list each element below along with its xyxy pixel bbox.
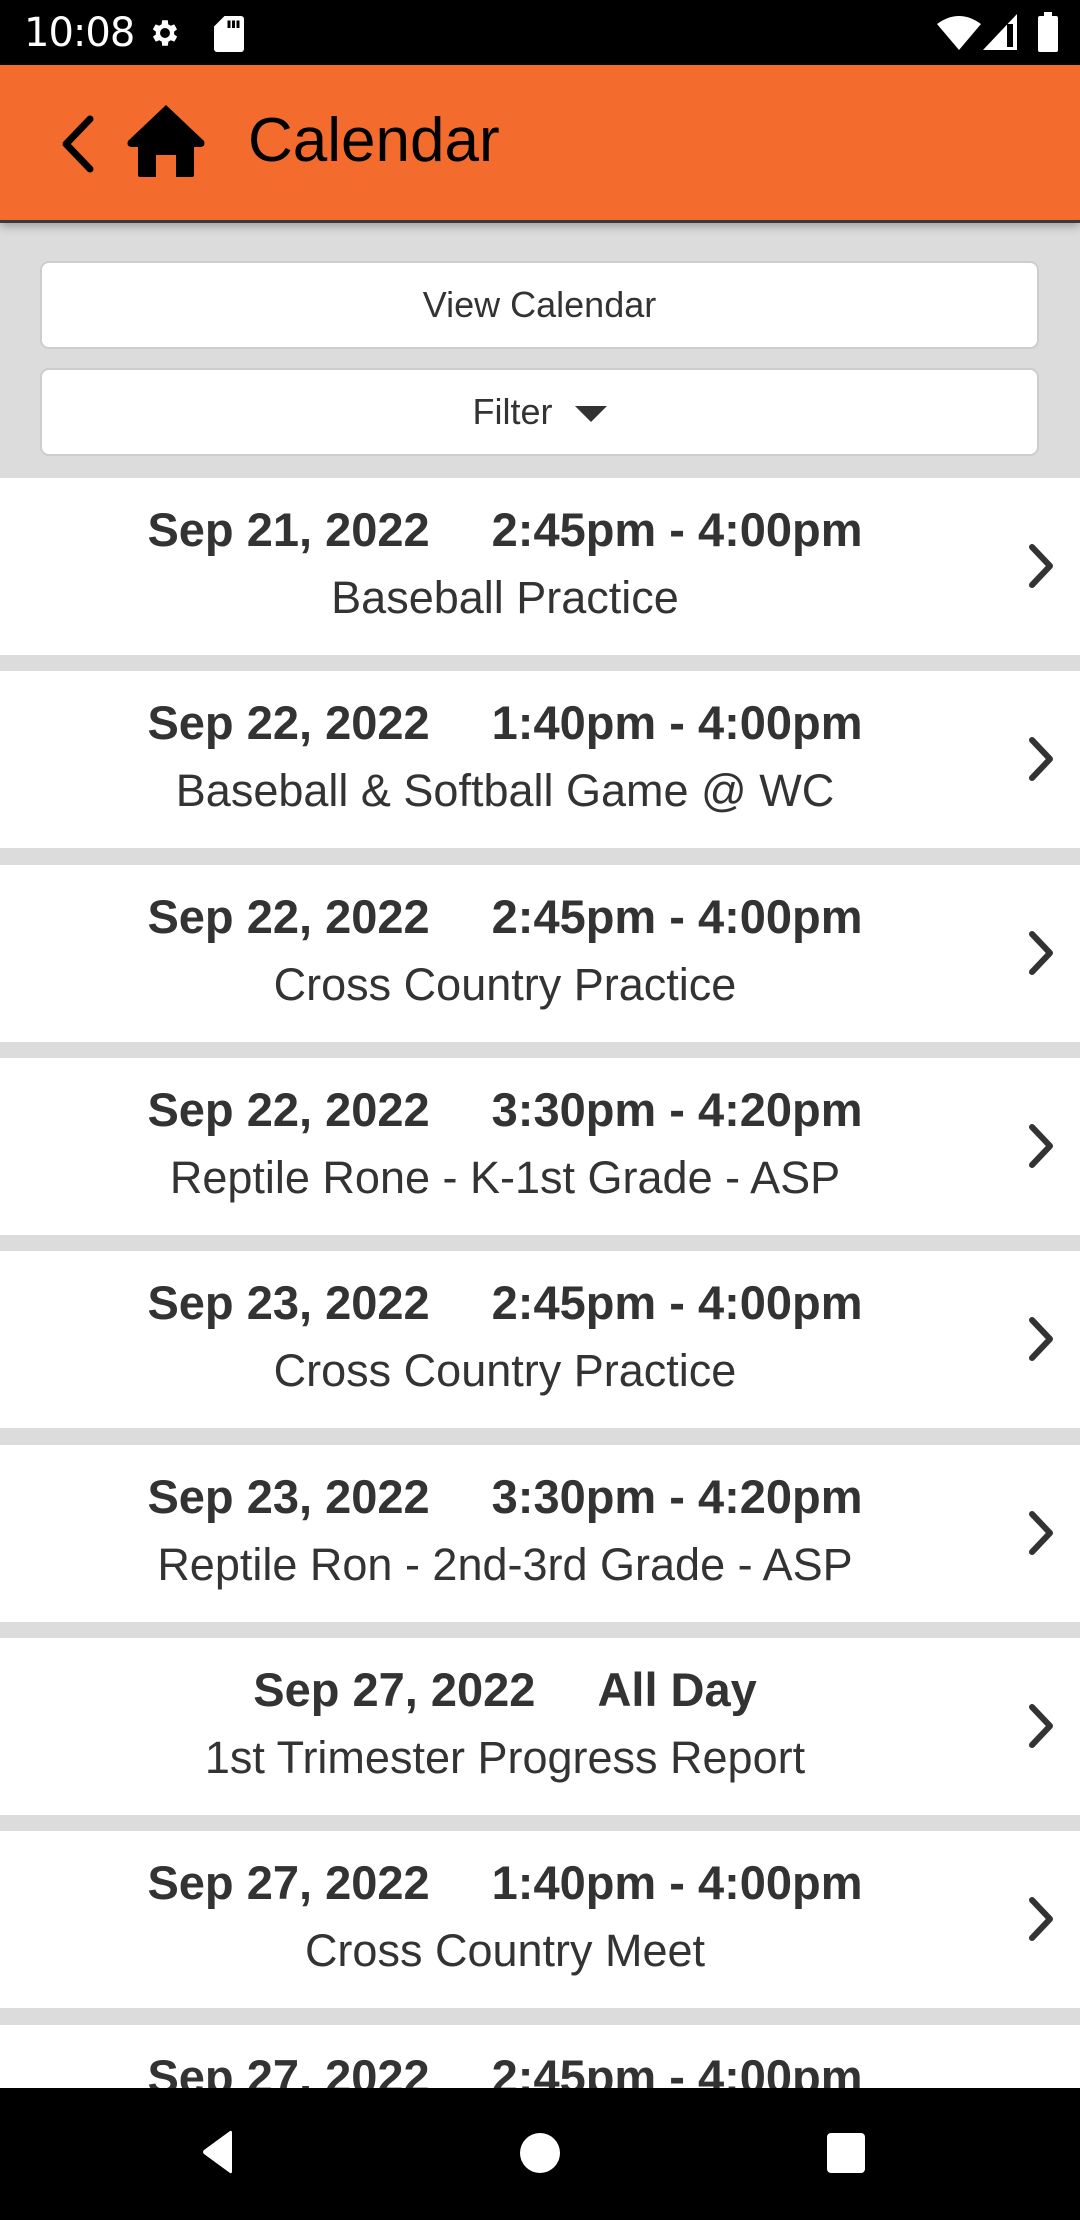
event-row[interactable]: Sep 27, 2022 All Day 1st Trimester Progre… [0, 1638, 1080, 1815]
controls-panel: View Calendar Filter [0, 223, 1080, 478]
sd-card-icon [214, 16, 244, 52]
chevron-left-icon [62, 115, 94, 173]
event-date: Sep 22, 2022 [147, 1083, 430, 1136]
event-date: Sep 21, 2022 [147, 503, 430, 556]
caret-down-icon [574, 406, 607, 422]
event-title: Cross Country Meet [304, 1925, 706, 1976]
chevron-right-icon [1029, 1317, 1053, 1361]
event-row[interactable]: Sep 27, 2022 2:45pm - 4:00pm [0, 2025, 1080, 2088]
event-time: All Day [597, 1663, 757, 1716]
view-calendar-label: View Calendar [422, 284, 657, 325]
chevron-right-icon [1029, 737, 1053, 781]
event-date: Sep 23, 2022 [147, 1276, 430, 1329]
recents-square-icon[interactable] [826, 2132, 866, 2174]
event-time: 2:45pm - 4:00pm [491, 503, 863, 556]
event-time: 2:45pm - 4:00pm [491, 890, 863, 943]
filter-label: Filter [472, 391, 553, 432]
event-title: Reptile Rone - K-1st Grade - ASP [169, 1152, 841, 1203]
event-time: 3:30pm - 4:20pm [491, 1470, 863, 1523]
chevron-right-icon [1029, 1124, 1053, 1168]
chevron-right-icon [1029, 544, 1053, 588]
gear-icon [152, 20, 178, 46]
wifi-icon [937, 16, 981, 50]
event-date: Sep 22, 2022 [147, 696, 430, 749]
back-triangle-icon[interactable] [200, 2128, 236, 2176]
back-button[interactable] [52, 105, 106, 181]
chevron-right-icon [1029, 1704, 1053, 1748]
event-row[interactable]: Sep 21, 2022 2:45pm - 4:00pm Baseball Pra… [0, 478, 1080, 655]
event-title: Reptile Ron - 2nd-3rd Grade - ASP [157, 1539, 853, 1590]
event-row[interactable]: Sep 22, 2022 1:40pm - 4:00pm Baseball & S… [0, 671, 1080, 848]
chevron-right-icon [1029, 931, 1053, 975]
event-date: Sep 23, 2022 [147, 1470, 430, 1523]
event-date: Sep 22, 2022 [147, 890, 430, 943]
event-time: 1:40pm - 4:00pm [491, 696, 863, 749]
event-title: Baseball & Softball Game @ WC [175, 765, 835, 816]
page-title: Calendar [248, 106, 500, 175]
event-list[interactable]: Sep 21, 2022 2:45pm - 4:00pm Baseball Pra… [0, 478, 1080, 2088]
event-row[interactable]: Sep 23, 2022 2:45pm - 4:00pm Cross Countr… [0, 1251, 1080, 1428]
home-icon [127, 105, 205, 177]
event-time: 2:45pm - 4:00pm [491, 2050, 863, 2088]
event-time: 2:45pm - 4:00pm [491, 1276, 863, 1329]
event-date: Sep 27, 2022 [147, 2050, 430, 2088]
chevron-right-icon [1029, 1897, 1053, 1941]
view-calendar-button[interactable]: View Calendar [40, 261, 1039, 349]
event-date: Sep 27, 2022 [147, 1856, 430, 1909]
signal-icon [983, 14, 1017, 50]
event-date: Sep 27, 2022 [253, 1663, 536, 1716]
home-circle-icon[interactable] [519, 2132, 561, 2174]
event-title: Cross Country Practice [273, 1345, 737, 1396]
event-title: Cross Country Practice [273, 959, 737, 1010]
event-title: 1st Trimester Progress Report [204, 1732, 806, 1783]
system-nav-bar [0, 2088, 1080, 2220]
chevron-right-icon [1029, 1511, 1053, 1555]
app-header: Calendar [0, 65, 1080, 223]
status-time: 10:08 [24, 10, 135, 56]
home-button[interactable] [124, 103, 208, 179]
event-row[interactable]: Sep 22, 2022 2:45pm - 4:00pm Cross Countr… [0, 865, 1080, 1042]
event-row[interactable]: Sep 23, 2022 3:30pm - 4:20pm Reptile Ron … [0, 1445, 1080, 1622]
status-bar: 10:08 [0, 0, 1080, 65]
event-title: Baseball Practice [331, 572, 679, 623]
event-row[interactable]: Sep 27, 2022 1:40pm - 4:00pm Cross Countr… [0, 1831, 1080, 2008]
event-time: 3:30pm - 4:20pm [491, 1083, 863, 1136]
event-row[interactable]: Sep 22, 2022 3:30pm - 4:20pm Reptile Rone… [0, 1058, 1080, 1235]
battery-icon [1038, 12, 1058, 52]
filter-button[interactable]: Filter [40, 368, 1039, 456]
event-time: 1:40pm - 4:00pm [491, 1856, 863, 1909]
